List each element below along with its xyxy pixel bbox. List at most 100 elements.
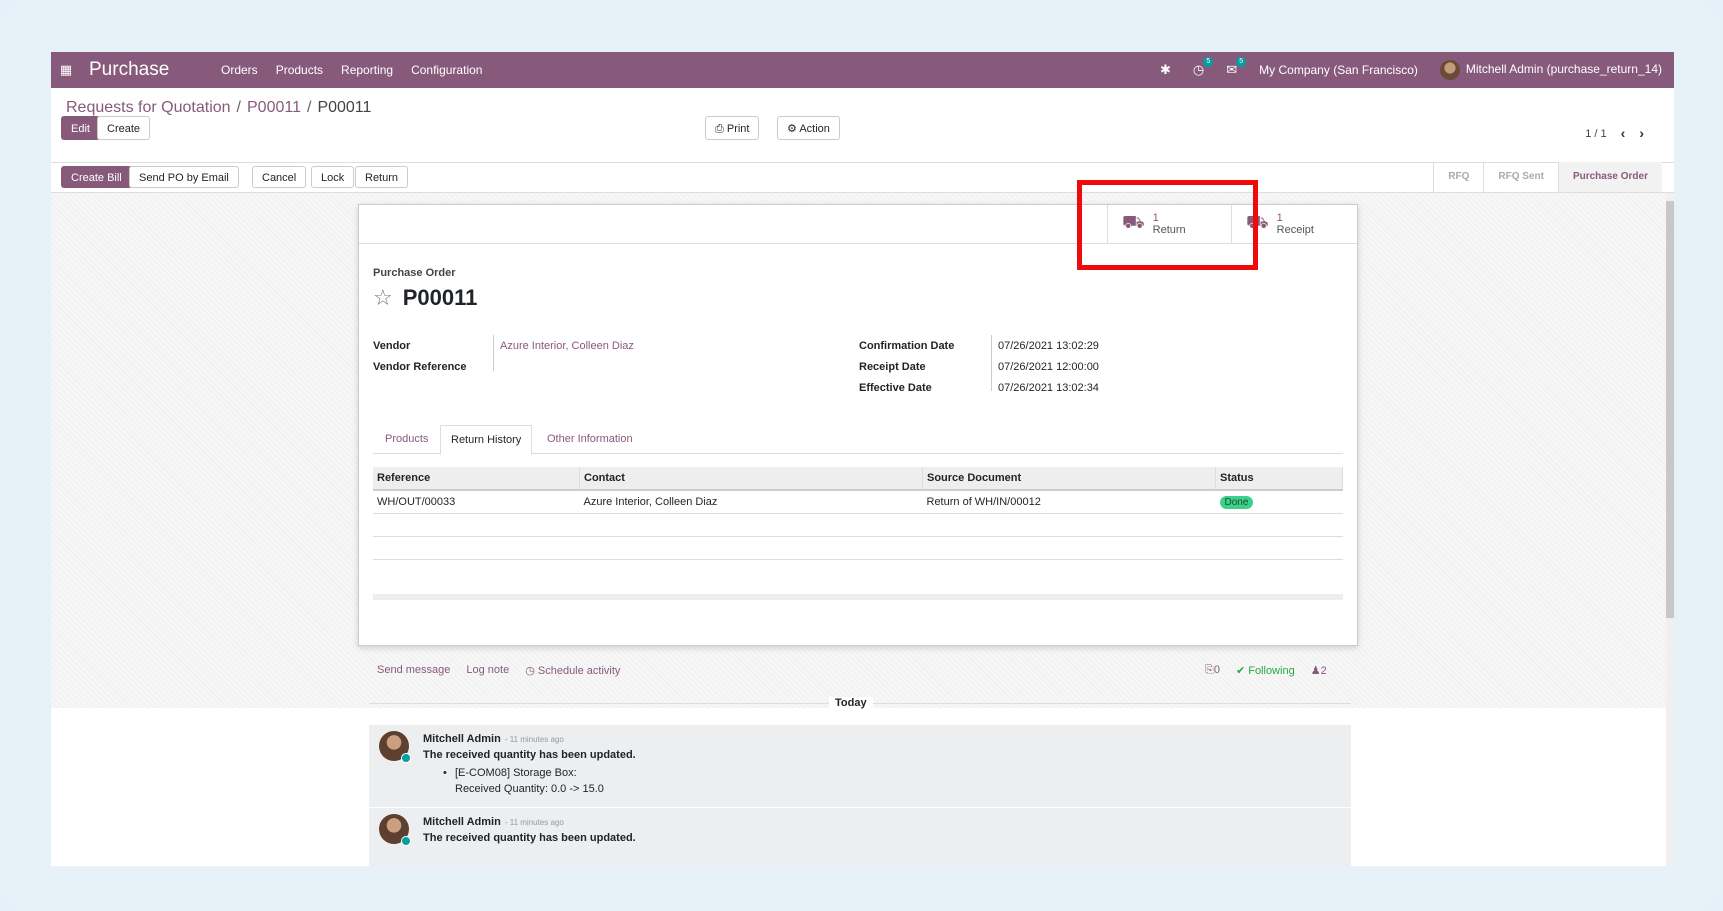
vendor-label: Vendor (373, 340, 411, 352)
top-navbar: ▦ Purchase Orders Products Reporting Con… (51, 52, 1674, 88)
message-time: - 11 minutes ago (504, 818, 564, 827)
scrollbar-thumb[interactable] (1666, 201, 1674, 618)
tab-return-history[interactable]: Return History (440, 425, 533, 455)
odoo-app: ▦ Purchase Orders Products Reporting Con… (51, 52, 1674, 866)
column-contact[interactable]: Contact (579, 467, 923, 491)
navbar-systray: ✱ ◷ 5 ✉ 5 My Company (San Francisco) Mitch… (1160, 57, 1674, 80)
table-row[interactable]: WH/OUT/00033 Azure Interior, Colleen Dia… (373, 490, 1343, 514)
step-purchase-order[interactable]: Purchase Order (1557, 162, 1662, 192)
tracking-change: Received Quantity: 0.0 -> 15.0 (455, 783, 604, 795)
status-steps: RFQ RFQ Sent Purchase Order (1433, 162, 1662, 192)
cell-contact: Azure Interior, Colleen Diaz (579, 490, 923, 514)
effective-date-field[interactable]: 07/26/2021 13:02:34 (998, 382, 1099, 394)
receipt-smart-button[interactable]: ⛟ 1 Receipt (1231, 205, 1357, 243)
cell-status: Done (1215, 490, 1343, 514)
attachments-button[interactable]: ⎘0 (1205, 664, 1220, 677)
followers-button[interactable]: ♟2 (1311, 664, 1327, 677)
pager-value[interactable]: 1 / 1 (1585, 128, 1606, 140)
return-history-table: Reference Contact Source Document Status… (373, 467, 1343, 582)
user-avatar (1439, 60, 1460, 80)
lock-button[interactable]: Lock (311, 166, 355, 188)
step-rfq[interactable]: RFQ (1433, 162, 1483, 192)
action-button[interactable]: ⚙ Action (777, 116, 840, 140)
empty-row (373, 513, 1343, 537)
return-button[interactable]: Return (355, 166, 409, 188)
print-label: Print (726, 123, 750, 135)
return-label: Return (1152, 224, 1186, 236)
apps-grid-icon[interactable]: ▦ (51, 62, 81, 78)
tab-products[interactable]: Products (375, 425, 438, 453)
receipt-date-field[interactable]: 07/26/2021 12:00:00 (998, 361, 1099, 373)
tracking-item: [E-COM08] Storage Box: (455, 767, 577, 779)
attachments-count: 0 (1213, 664, 1220, 676)
statusbar-top-border (51, 162, 1674, 163)
table-header-row: Reference Contact Source Document Status (373, 467, 1343, 491)
user-name: Mitchell Admin (purchase_return_14) (1465, 62, 1662, 77)
create-button[interactable]: Create (97, 116, 151, 140)
edit-button[interactable]: Edit (61, 116, 100, 140)
effective-date-label: Effective Date (859, 382, 932, 394)
following-label: Following (1248, 665, 1295, 677)
message-time: - 11 minutes ago (504, 735, 564, 744)
activity-clock-icon[interactable]: ◷ 5 (1193, 57, 1214, 78)
pager-next-icon[interactable]: › (1639, 126, 1644, 140)
cancel-button[interactable]: Cancel (252, 166, 307, 188)
vendor-reference-label: Vendor Reference (373, 361, 467, 373)
star-icon[interactable]: ☆ (373, 285, 393, 311)
send-message-button[interactable]: Send message (377, 664, 450, 677)
message-count-badge: 5 (1236, 57, 1247, 67)
clock-icon: ◷ (525, 665, 538, 677)
print-button[interactable]: ⎙ Print (705, 116, 760, 140)
message-author[interactable]: Mitchell Admin (423, 816, 501, 828)
menu-reporting[interactable]: Reporting (341, 63, 393, 77)
message-body: The received quantity has been updated. (423, 749, 636, 761)
receipt-label: Receipt (1276, 224, 1314, 236)
send-po-email-button[interactable]: Send PO by Email (129, 166, 239, 188)
column-reference[interactable]: Reference (373, 467, 580, 491)
chatter-message: Mitchell Admin - 11 minutes ago The recei… (369, 808, 1351, 866)
log-note-button[interactable]: Log note (466, 664, 509, 677)
user-menu[interactable]: Mitchell Admin (purchase_return_14) (1439, 60, 1662, 80)
empty-row (373, 560, 1343, 583)
online-status-icon (401, 836, 411, 846)
company-switcher[interactable]: My Company (San Francisco) (1259, 63, 1418, 77)
messages-chat-icon[interactable]: ✉ 5 (1226, 57, 1247, 78)
breadcrumb-rfq[interactable]: Requests for Quotation (66, 99, 231, 116)
notebook-tabs: Products Return History Other Informatio… (373, 425, 1343, 455)
check-icon: ✔ (1235, 665, 1249, 677)
schedule-activity-button[interactable]: ◷ Schedule activity (525, 664, 620, 677)
online-status-icon (401, 753, 411, 763)
truck-icon: ⛟ (1246, 212, 1269, 232)
paperclip-icon: ⎘ (1205, 664, 1214, 676)
po-name: P00011 (402, 285, 478, 310)
column-source-document[interactable]: Source Document (922, 467, 1216, 491)
return-count: 1 (1152, 212, 1159, 224)
receipt-count: 1 (1276, 212, 1283, 224)
vendor-field[interactable]: Azure Interior, Colleen Diaz (500, 340, 634, 352)
debug-bug-icon[interactable]: ✱ (1160, 62, 1171, 78)
bullet-icon: • (443, 767, 447, 779)
return-smart-button[interactable]: ⛟ 1 Return (1107, 205, 1231, 243)
pager-previous-icon[interactable]: ‹ (1621, 126, 1626, 140)
action-label: Action (799, 123, 830, 135)
chatter-actions: Send message Log note ◷ Schedule activit… (377, 664, 620, 677)
smart-button-box: ⛟ 1 Return ⛟ 1 Receipt (359, 205, 1357, 244)
cell-reference: WH/OUT/00033 (373, 490, 580, 514)
menu-products[interactable]: Products (276, 63, 323, 77)
menu-orders[interactable]: Orders (221, 63, 258, 77)
empty-row (373, 536, 1343, 560)
tab-other-information[interactable]: Other Information (537, 425, 643, 453)
confirmation-date-field[interactable]: 07/26/2021 13:02:29 (998, 340, 1099, 352)
app-name[interactable]: Purchase (89, 59, 221, 81)
step-rfq-sent[interactable]: RFQ Sent (1483, 162, 1558, 192)
menu-configuration[interactable]: Configuration (411, 63, 482, 77)
message-author[interactable]: Mitchell Admin (423, 733, 501, 745)
create-bill-button[interactable]: Create Bill (61, 166, 132, 188)
column-status[interactable]: Status (1215, 467, 1343, 491)
breadcrumb-current: P00011 (317, 99, 372, 116)
following-button[interactable]: ✔ Following (1236, 664, 1295, 677)
breadcrumb-po-list[interactable]: P00011 (247, 99, 301, 116)
date-separator: Today (829, 697, 873, 709)
activity-count-badge: 5 (1203, 57, 1214, 67)
confirmation-date-label: Confirmation Date (859, 340, 955, 352)
